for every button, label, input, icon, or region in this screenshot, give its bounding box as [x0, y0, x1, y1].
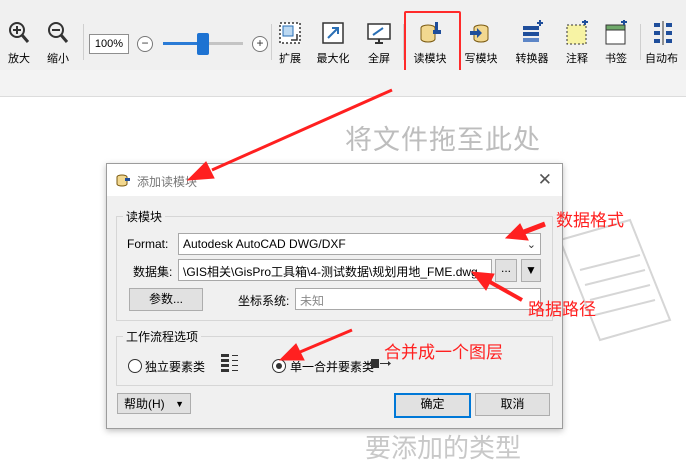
arrow-head-icon: [470, 271, 495, 291]
merge-annotation: 合并成一个图层: [384, 343, 503, 362]
arrow-head-icon: [278, 343, 305, 361]
path-annotation: 路据路径: [528, 300, 596, 319]
arrow-head-icon: [186, 161, 215, 181]
format-annotation: 数据格式: [556, 211, 624, 230]
